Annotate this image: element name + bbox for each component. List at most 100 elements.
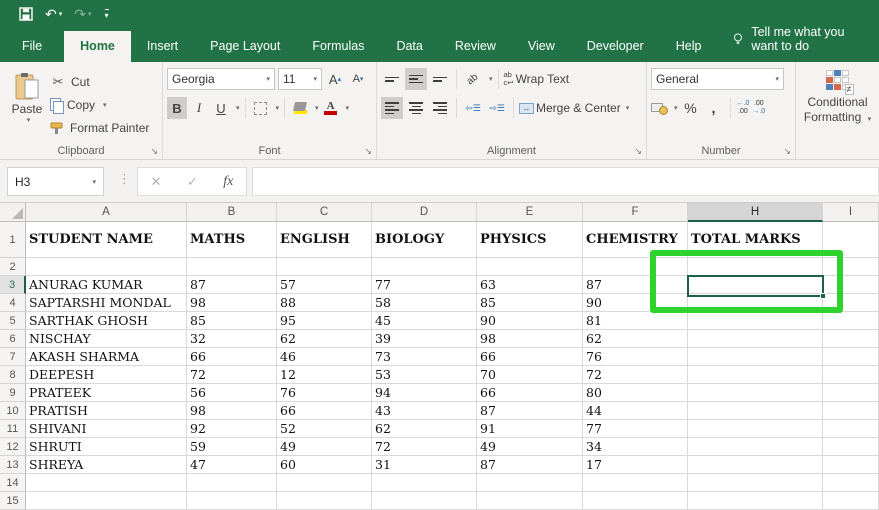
cell-I14[interactable] (823, 474, 879, 492)
row-header-7[interactable]: 7 (0, 348, 26, 366)
cell-C9[interactable]: 76 (277, 384, 372, 402)
cell-I6[interactable] (823, 330, 879, 348)
copy-caret-icon[interactable]: ▾ (103, 101, 107, 109)
cell-D6[interactable]: 39 (372, 330, 477, 348)
tab-page-layout[interactable]: Page Layout (194, 31, 296, 62)
top-align-button[interactable] (381, 68, 403, 90)
cell-B6[interactable]: 32 (187, 330, 277, 348)
cell-B5[interactable]: 85 (187, 312, 277, 330)
cell-H9[interactable] (688, 384, 823, 402)
cell-A14[interactable] (26, 474, 187, 492)
cell-B13[interactable]: 47 (187, 456, 277, 474)
tab-data[interactable]: Data (380, 31, 438, 62)
fill-color-button[interactable] (290, 97, 310, 119)
tab-help[interactable]: Help (660, 31, 718, 62)
cell-H13[interactable] (688, 456, 823, 474)
row-header-11[interactable]: 11 (0, 420, 26, 438)
borders-caret-icon[interactable]: ▾ (276, 104, 280, 112)
cell-A4[interactable]: SAPTARSHI MONDAL (26, 294, 187, 312)
cell-B2[interactable] (187, 258, 277, 276)
undo-caret-icon[interactable]: ▾ (59, 10, 63, 18)
cell-D7[interactable]: 73 (372, 348, 477, 366)
cell-E7[interactable]: 66 (477, 348, 583, 366)
wrap-text-label[interactable]: Wrap Text (516, 72, 570, 86)
font-size-select[interactable]: 11▾ (278, 68, 322, 90)
cell-F13[interactable]: 17 (583, 456, 688, 474)
middle-align-button[interactable] (405, 68, 427, 90)
cell-E8[interactable]: 70 (477, 366, 583, 384)
cell-A5[interactable]: SARTHAK GHOSH (26, 312, 187, 330)
cell-C13[interactable]: 60 (277, 456, 372, 474)
merge-center-label[interactable]: Merge & Center (536, 101, 621, 115)
cell-F8[interactable]: 72 (583, 366, 688, 384)
wrap-text-button[interactable]: abc↩ (504, 68, 514, 90)
cell-F11[interactable]: 77 (583, 420, 688, 438)
accounting-format-icon[interactable] (651, 101, 668, 115)
cell-D2[interactable] (372, 258, 477, 276)
orientation-caret-icon[interactable]: ▾ (489, 75, 493, 83)
increase-indent-button[interactable]: ⇨☰ (486, 97, 508, 119)
cell-A12[interactable]: SHRUTI (26, 438, 187, 456)
redo-caret-icon[interactable]: ▾ (88, 10, 92, 18)
cell-I5[interactable] (823, 312, 879, 330)
cell-I15[interactable] (823, 492, 879, 510)
clipboard-dialog-launcher[interactable]: ↘ (150, 146, 158, 157)
row-header-4[interactable]: 4 (0, 294, 26, 312)
align-left-button[interactable] (381, 97, 403, 119)
cell-E12[interactable]: 49 (477, 438, 583, 456)
row-header-2[interactable]: 2 (0, 258, 26, 276)
cell-E3[interactable]: 63 (477, 276, 583, 294)
cell-F9[interactable]: 80 (583, 384, 688, 402)
cell-E6[interactable]: 98 (477, 330, 583, 348)
cell-C3[interactable]: 57 (277, 276, 372, 294)
cell-E9[interactable]: 66 (477, 384, 583, 402)
comma-style-button[interactable]: , (704, 97, 724, 119)
cell-H6[interactable] (688, 330, 823, 348)
cell-A2[interactable] (26, 258, 187, 276)
cell-D10[interactable]: 43 (372, 402, 477, 420)
cell-A6[interactable]: NISCHAY (26, 330, 187, 348)
cell-F12[interactable]: 34 (583, 438, 688, 456)
row-header-12[interactable]: 12 (0, 438, 26, 456)
cell-E14[interactable] (477, 474, 583, 492)
enter-icon[interactable]: ✓ (187, 174, 198, 190)
save-icon[interactable] (14, 3, 38, 25)
cell-F7[interactable]: 76 (583, 348, 688, 366)
cell-F5[interactable]: 81 (583, 312, 688, 330)
cell-E4[interactable]: 85 (477, 294, 583, 312)
cell-C12[interactable]: 49 (277, 438, 372, 456)
decrease-decimal-button[interactable]: .00→.0 (752, 100, 765, 116)
cell-A10[interactable]: PRATISH (26, 402, 187, 420)
decrease-indent-button[interactable]: ⇦☰ (462, 97, 484, 119)
cell-C2[interactable] (277, 258, 372, 276)
cell-D15[interactable] (372, 492, 477, 510)
underline-caret-icon[interactable]: ▾ (236, 104, 240, 112)
name-box[interactable]: H3 ▾ (7, 167, 104, 196)
redo-button[interactable]: ↷▾ (69, 3, 96, 25)
cell-C6[interactable]: 62 (277, 330, 372, 348)
cell-A15[interactable] (26, 492, 187, 510)
copy-button[interactable]: Copy ▾ (50, 95, 149, 115)
cell-D5[interactable]: 45 (372, 312, 477, 330)
merge-center-caret-icon[interactable]: ▾ (626, 104, 630, 112)
tab-home[interactable]: Home (64, 31, 131, 62)
cut-button[interactable]: ✂ Cut (50, 72, 149, 92)
select-all-corner[interactable] (0, 203, 26, 222)
cell-D9[interactable]: 94 (372, 384, 477, 402)
cell-D4[interactable]: 58 (372, 294, 477, 312)
tab-review[interactable]: Review (439, 31, 512, 62)
cell-C4[interactable]: 88 (277, 294, 372, 312)
cell-B4[interactable]: 98 (187, 294, 277, 312)
cell-H5[interactable] (688, 312, 823, 330)
cell-C15[interactable] (277, 492, 372, 510)
column-header-F[interactable]: F (583, 203, 688, 222)
italic-button[interactable]: I (189, 97, 209, 119)
column-header-C[interactable]: C (277, 203, 372, 222)
cell-B10[interactable]: 98 (187, 402, 277, 420)
cell-A11[interactable]: SHIVANI (26, 420, 187, 438)
cell-H10[interactable] (688, 402, 823, 420)
bold-button[interactable]: B (167, 97, 187, 119)
row-header-14[interactable]: 14 (0, 474, 26, 492)
name-box-caret-icon[interactable]: ▾ (92, 178, 96, 186)
cell-F15[interactable] (583, 492, 688, 510)
